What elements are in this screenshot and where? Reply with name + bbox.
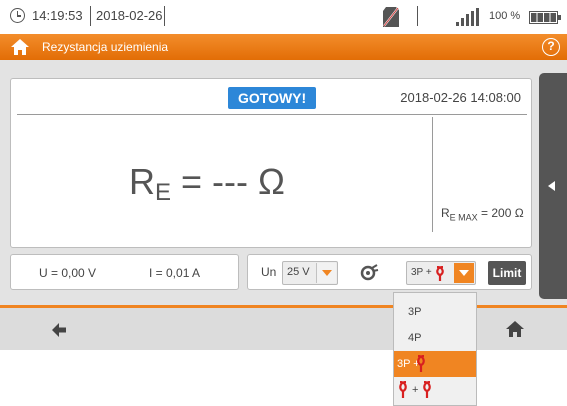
- divider: [90, 6, 91, 26]
- dropdown-button[interactable]: [316, 263, 336, 283]
- dropdown-option-3p-clamp[interactable]: 3P +: [394, 351, 476, 377]
- help-icon[interactable]: ?: [542, 38, 560, 56]
- measurement-datetime: 2018-02-26 14:08:00: [400, 90, 521, 105]
- dropdown-option-4p[interactable]: 4P: [394, 325, 476, 351]
- divider: [417, 6, 418, 26]
- mode-select[interactable]: 3P +: [406, 261, 476, 285]
- mode-dropdown-list: 3P 4P 3P + +: [393, 292, 477, 406]
- status-date: 2018-02-26: [96, 8, 163, 23]
- page-title: Rezystancja uziemienia: [42, 40, 169, 54]
- status-badge: GOTOWY!: [228, 87, 317, 109]
- chevron-left-icon: [548, 181, 555, 191]
- side-menu-tab[interactable]: [539, 73, 567, 299]
- reading-symbol: R: [129, 161, 155, 202]
- dropdown-option-2clamp[interactable]: +: [394, 377, 476, 403]
- chevron-down-icon: [322, 270, 332, 276]
- clock-icon: [10, 8, 25, 23]
- voltage-current-panel: U = 0,00 V I = 0,01 A: [10, 254, 239, 290]
- sd-card-icon: [383, 7, 399, 27]
- clamp-sensor-icon[interactable]: [359, 263, 379, 283]
- divider: [17, 114, 527, 115]
- voltage-readout: U = 0,00 V: [39, 266, 97, 280]
- option-label: +: [412, 384, 419, 396]
- signal-icon: [456, 8, 479, 26]
- reading-value: = --- Ω: [171, 161, 285, 202]
- clamp-icon: [423, 381, 431, 398]
- option-label: 3P: [408, 306, 422, 318]
- chevron-down-icon: [459, 270, 469, 276]
- title-bar: Rezystancja uziemienia ?: [0, 34, 567, 60]
- clamp-icon: [436, 266, 444, 281]
- rmax-readout: RE MAX = 200 Ω: [441, 206, 524, 222]
- main-reading: RE = --- Ω: [129, 161, 285, 207]
- bottom-bar: [0, 308, 567, 350]
- dropdown-button[interactable]: [454, 263, 474, 283]
- back-arrow-icon[interactable]: [52, 323, 66, 337]
- result-panel: GOTOWY! 2018-02-26 14:08:00 RE = --- Ω R…: [10, 78, 532, 248]
- un-voltage-select[interactable]: 25 V: [282, 261, 338, 285]
- rmax-subscript: E MAX: [449, 212, 478, 223]
- status-bar: 14:19:53 2018-02-26 100 %: [0, 0, 567, 34]
- battery-icon: [529, 11, 561, 24]
- settings-panel: Un 25 V 3P + Limit: [247, 254, 532, 290]
- home-icon[interactable]: [505, 320, 525, 338]
- divider: [432, 117, 433, 232]
- status-time: 14:19:53: [32, 8, 83, 23]
- limit-button[interactable]: Limit: [488, 261, 526, 285]
- divider: [164, 6, 165, 26]
- option-label: 4P: [408, 332, 422, 344]
- un-voltage-value: 25 V: [287, 266, 310, 278]
- dropdown-option-3p[interactable]: 3P: [394, 299, 476, 325]
- battery-percent: 100 %: [489, 10, 521, 22]
- rmax-value: = 200 Ω: [477, 206, 524, 220]
- clamp-icon: [417, 355, 425, 372]
- clamp-icon: [399, 381, 407, 398]
- home-icon[interactable]: [10, 38, 30, 56]
- reading-subscript: E: [155, 179, 172, 206]
- rmax-symbol: R: [441, 206, 450, 220]
- un-label: Un: [261, 265, 277, 279]
- mode-value: 3P +: [411, 267, 432, 278]
- current-readout: I = 0,01 A: [149, 266, 201, 280]
